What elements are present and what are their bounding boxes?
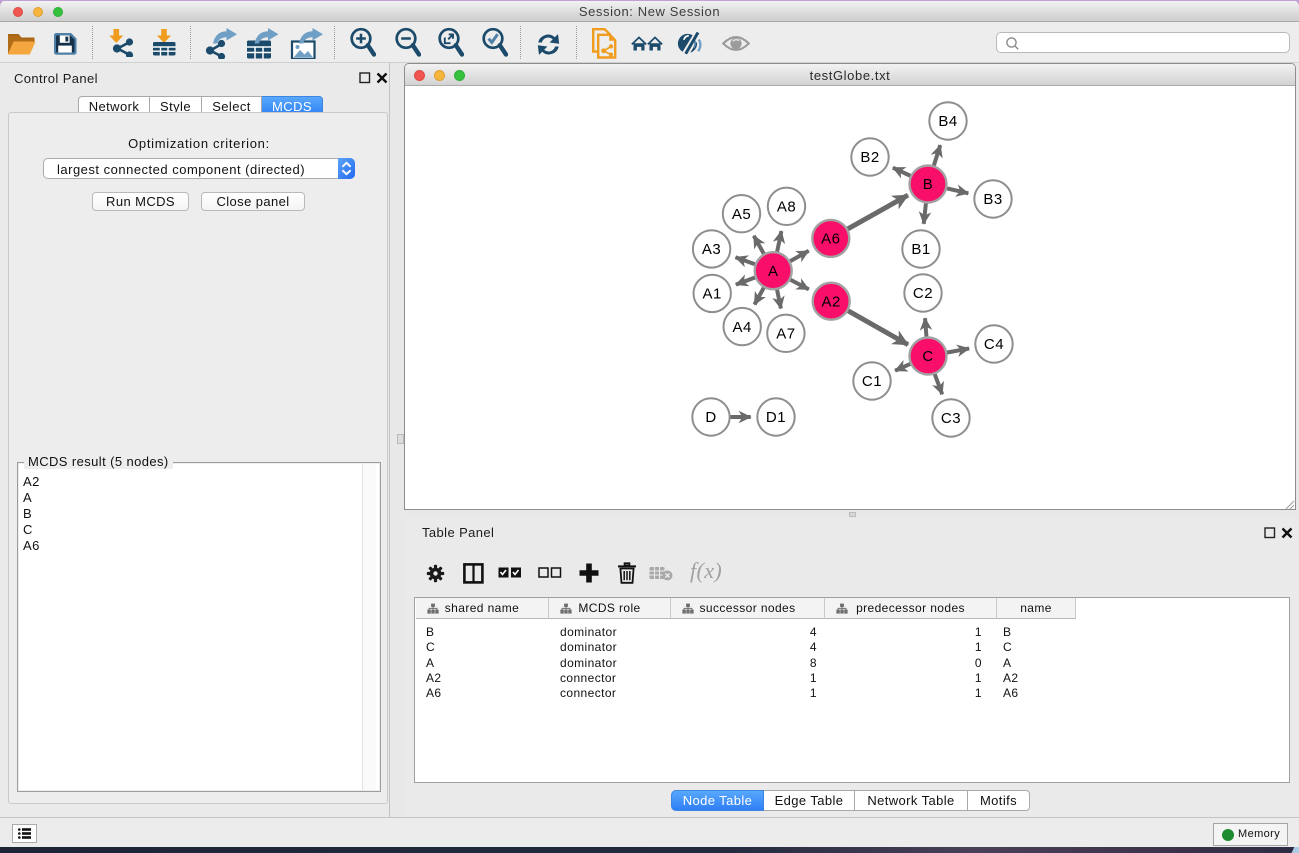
svg-text:D1: D1 [766,409,786,426]
svg-text:A8: A8 [777,199,796,216]
svg-text:B2: B2 [860,149,879,166]
svg-text:A3: A3 [702,241,721,258]
svg-text:B1: B1 [911,241,930,258]
svg-text:C2: C2 [913,285,933,302]
svg-text:B: B [923,176,934,193]
svg-text:D: D [705,409,716,426]
svg-text:A2: A2 [822,293,841,310]
svg-text:A1: A1 [703,286,722,303]
svg-text:C4: C4 [984,336,1004,353]
svg-text:B3: B3 [983,191,1002,208]
svg-text:C: C [922,348,933,365]
svg-text:A: A [768,263,779,280]
svg-text:A6: A6 [821,231,840,248]
svg-text:A4: A4 [733,319,752,336]
svg-text:C3: C3 [941,410,961,427]
svg-text:C1: C1 [862,373,882,390]
svg-text:A5: A5 [732,206,751,223]
svg-text:B4: B4 [938,113,957,130]
svg-text:A7: A7 [776,326,795,343]
